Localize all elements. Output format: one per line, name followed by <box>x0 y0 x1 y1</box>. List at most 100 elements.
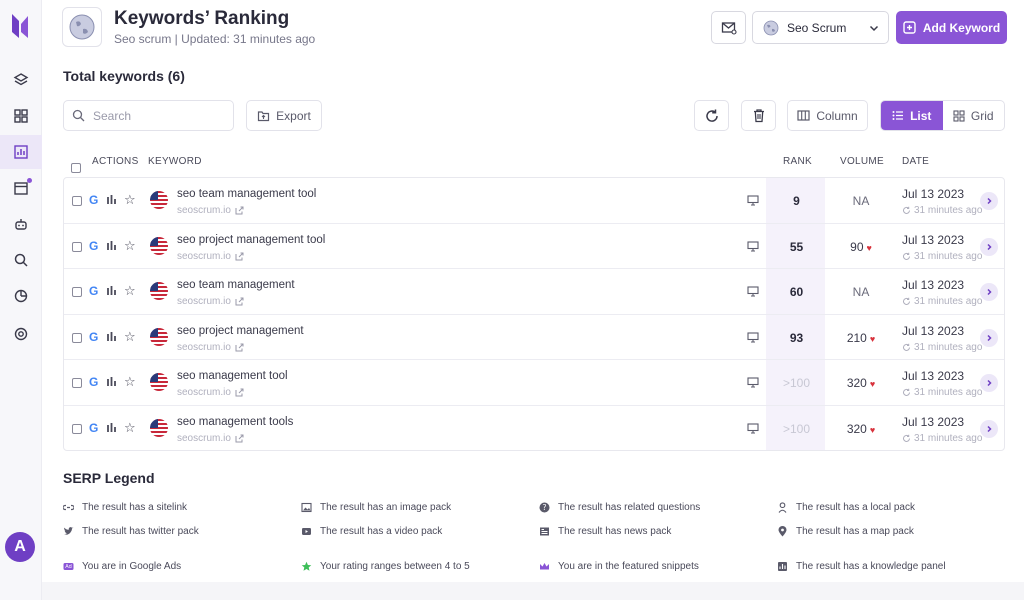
domain-link[interactable]: seoscrum.io <box>177 205 244 216</box>
legend-item: The result has news pack <box>539 526 671 537</box>
rank-value: >100 <box>782 376 811 390</box>
search-input[interactable]: Search <box>63 100 234 131</box>
row-details-button[interactable] <box>980 237 998 256</box>
row-details-button[interactable] <box>980 374 998 392</box>
refresh-button[interactable] <box>694 100 729 131</box>
star-icon[interactable]: ☆ <box>124 192 136 208</box>
star-icon[interactable]: ☆ <box>124 329 136 345</box>
chevron-right-icon <box>987 197 992 205</box>
keyword-text[interactable]: seo project management tool <box>177 234 325 246</box>
volume-text: 210 <box>846 330 867 345</box>
google-icon[interactable]: G <box>89 421 98 435</box>
bar-chart-icon[interactable] <box>106 376 117 387</box>
nav-bot[interactable] <box>0 207 42 241</box>
legend-item: You are in the featured snippets <box>539 561 699 572</box>
legend-item: The result has a knowledge panel <box>777 561 946 572</box>
map-pin-icon <box>777 526 788 537</box>
news-icon <box>539 526 550 537</box>
keyword-text[interactable]: seo project management <box>177 325 304 337</box>
nav-calendar[interactable] <box>0 171 42 205</box>
row-checkbox[interactable] <box>72 378 82 388</box>
volume-text: 320 <box>846 421 867 436</box>
star-icon[interactable]: ☆ <box>124 374 136 390</box>
nav-analytics[interactable] <box>0 279 42 313</box>
nav-settings[interactable] <box>0 317 42 351</box>
row-checkbox[interactable] <box>72 332 82 343</box>
project-select[interactable]: Seo Scrum <box>752 11 889 44</box>
star-icon[interactable]: ☆ <box>124 420 136 436</box>
keywords-table: G ☆ seo team management tool seoscrum.io… <box>63 177 1005 451</box>
updated-ago-text: 31 minutes ago <box>914 250 983 262</box>
volume-text: NA <box>852 194 870 208</box>
google-icon[interactable]: G <box>89 284 98 298</box>
keyword-text[interactable]: seo management tools <box>177 416 293 428</box>
domain-link[interactable]: seoscrum.io <box>177 433 244 444</box>
google-icon[interactable]: G <box>89 239 98 253</box>
sidebar: A <box>0 0 42 600</box>
row-details-button[interactable] <box>980 283 998 301</box>
desktop-icon <box>747 377 759 388</box>
header-date[interactable]: DATE <box>902 156 929 167</box>
domain-link[interactable]: seoscrum.io <box>177 387 244 398</box>
row-checkbox[interactable] <box>72 287 82 297</box>
bar-chart-icon[interactable] <box>106 240 117 251</box>
desktop-icon <box>747 331 759 343</box>
delete-button[interactable] <box>741 100 776 131</box>
header-volume[interactable]: VOLUME <box>840 156 884 167</box>
bar-chart-icon[interactable] <box>106 422 117 433</box>
bar-chart-icon[interactable] <box>106 285 117 296</box>
updated-ago-text: 31 minutes ago <box>914 341 983 353</box>
date-value: Jul 13 2023 <box>902 232 965 247</box>
row-details-button[interactable] <box>980 328 998 347</box>
question-icon: ? <box>539 502 550 513</box>
desktop-icon <box>747 195 759 206</box>
keyword-text[interactable]: seo team management <box>177 279 295 291</box>
header-rank[interactable]: RANK <box>783 156 812 167</box>
bar-chart-icon[interactable] <box>106 194 117 205</box>
add-keyword-button[interactable]: Add Keyword <box>896 11 1007 44</box>
nav-search[interactable] <box>0 243 42 277</box>
legend-item: The result has an image pack <box>301 502 451 513</box>
us-flag-icon <box>150 418 168 437</box>
export-button[interactable]: Export <box>246 100 322 131</box>
list-view-button[interactable]: List <box>881 101 943 130</box>
google-icon[interactable]: G <box>89 193 98 207</box>
updated-ago: 31 minutes ago <box>902 433 982 444</box>
volume-text: 90 <box>850 239 864 254</box>
keyword-text[interactable]: seo management tool <box>177 370 288 382</box>
header-keyword[interactable]: KEYWORD <box>148 156 202 167</box>
bar-chart-icon[interactable] <box>106 331 117 342</box>
row-checkbox[interactable] <box>72 423 82 434</box>
email-report-button[interactable] <box>711 11 746 44</box>
pie-icon <box>14 289 28 303</box>
google-icon[interactable]: G <box>89 330 98 344</box>
star-icon[interactable]: ☆ <box>124 238 136 254</box>
column-button[interactable]: Column <box>787 100 868 131</box>
google-icon[interactable]: G <box>89 375 98 389</box>
row-details-button[interactable] <box>980 192 998 210</box>
star-icon <box>301 561 312 572</box>
keyword-text[interactable]: seo team management tool <box>177 188 316 200</box>
external-link-icon <box>235 388 244 397</box>
row-details-button[interactable] <box>980 419 998 438</box>
legend-item-text: The result has a local pack <box>796 502 915 513</box>
grid-icon <box>953 109 965 122</box>
crown-icon <box>539 561 550 572</box>
domain-link[interactable]: seoscrum.io <box>177 251 244 262</box>
legend-item: ? The result has related questions <box>539 502 700 513</box>
app-logo-icon[interactable] <box>10 12 30 40</box>
star-icon[interactable]: ☆ <box>124 283 136 299</box>
nav-layers[interactable] <box>0 63 42 97</box>
grid-view-button[interactable]: Grid <box>943 101 1005 130</box>
table-row: G ☆ seo management tools seoscrum.io >10… <box>64 406 1004 452</box>
row-checkbox[interactable] <box>72 196 82 206</box>
select-all-checkbox[interactable] <box>71 163 81 173</box>
nav-rankings[interactable] <box>0 135 42 169</box>
avatar[interactable]: A <box>5 532 35 562</box>
domain-link[interactable]: seoscrum.io <box>177 342 244 353</box>
domain-link[interactable]: seoscrum.io <box>177 296 244 307</box>
nav-dashboard[interactable] <box>0 99 42 133</box>
image-icon <box>301 502 312 513</box>
row-checkbox[interactable] <box>72 241 82 252</box>
robot-icon <box>15 219 27 230</box>
